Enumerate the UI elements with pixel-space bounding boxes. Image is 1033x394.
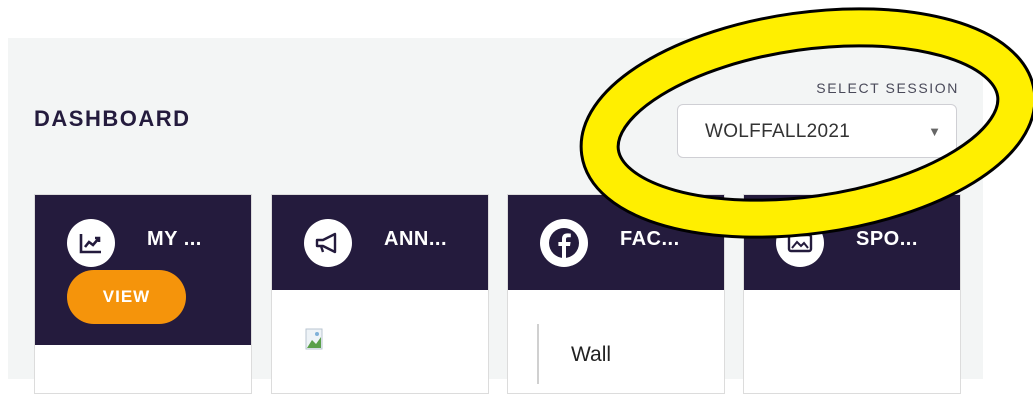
megaphone-icon: [304, 219, 352, 267]
facebook-post-text: Wall: [571, 343, 612, 366]
chart-icon: [67, 219, 115, 267]
card-label: MY ...: [147, 228, 202, 250]
caret-down-icon: ▼: [928, 124, 941, 139]
broken-image-icon: [305, 328, 323, 350]
session-select[interactable]: WOLFFALL2021 ▼: [677, 104, 957, 158]
session-selected-value: WOLFFALL2021: [705, 121, 851, 142]
page-title: DASHBOARD: [34, 106, 191, 131]
card-label: ANN...: [384, 228, 447, 250]
card-facebook[interactable]: FAC...: [507, 194, 725, 394]
facebook-feed-border: [537, 324, 539, 384]
facebook-icon: [540, 219, 588, 267]
card-label: FAC...: [620, 228, 680, 250]
card-announcements[interactable]: ANN...: [271, 194, 489, 394]
view-button[interactable]: VIEW: [67, 270, 186, 324]
session-label: SELECT SESSION: [816, 80, 959, 96]
card-label: SPO...: [856, 228, 918, 250]
card-spotlight[interactable]: SPO...: [743, 194, 961, 394]
image-icon: [776, 219, 824, 267]
